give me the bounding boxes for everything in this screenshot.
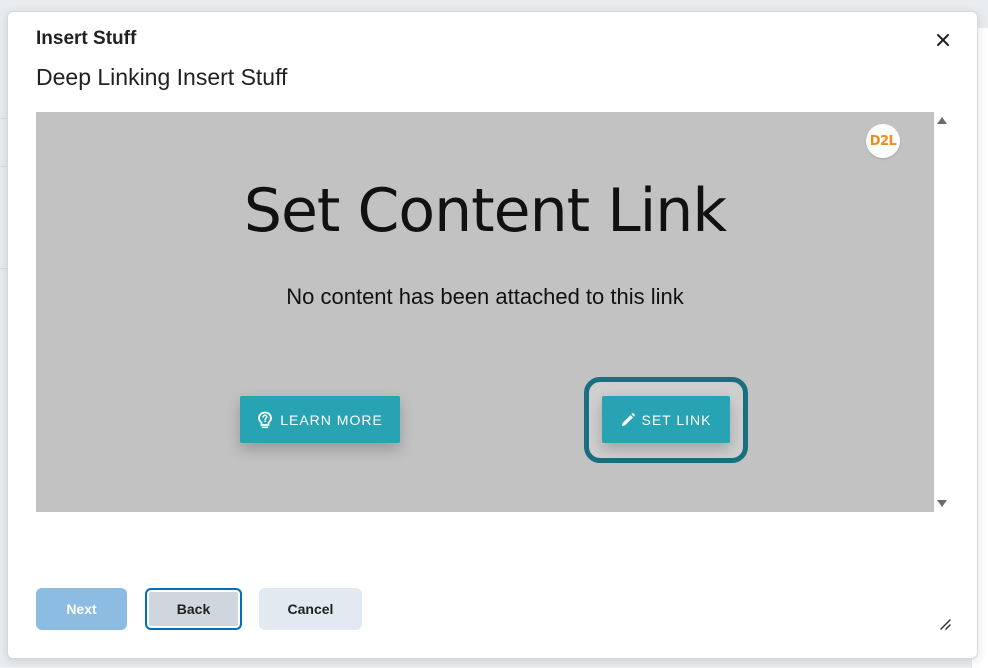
learn-more-button[interactable]: LEARN MORE (240, 396, 400, 443)
resize-grip-icon[interactable] (937, 616, 951, 630)
embedded-content-frame: D2L Set Content Link No content has been… (36, 112, 934, 512)
dialog-subtitle: Deep Linking Insert Stuff (36, 64, 288, 90)
back-button[interactable]: Back (145, 588, 242, 630)
close-button[interactable] (931, 28, 955, 52)
set-link-label: SET LINK (641, 411, 712, 428)
close-icon (937, 34, 949, 46)
pencil-icon (621, 412, 635, 426)
learn-more-label: LEARN MORE (280, 411, 383, 428)
content-description: No content has been attached to this lin… (286, 284, 684, 309)
scroll-up-arrow-icon[interactable] (937, 117, 947, 124)
d2l-logo-text: D2L (869, 133, 897, 149)
insert-stuff-dialog: Insert Stuff Deep Linking Insert Stuff D… (7, 11, 978, 659)
cancel-button[interactable]: Cancel (259, 588, 362, 630)
lightbulb-question-icon (258, 411, 273, 428)
dialog-title: Insert Stuff (36, 28, 137, 49)
scroll-down-arrow-icon[interactable] (937, 500, 947, 507)
next-button[interactable]: Next (36, 588, 127, 630)
content-heading: Set Content Link (243, 176, 727, 246)
set-link-button[interactable]: SET LINK (602, 396, 730, 443)
d2l-logo: D2L (866, 124, 900, 158)
frame-scrollbar[interactable] (934, 112, 950, 512)
